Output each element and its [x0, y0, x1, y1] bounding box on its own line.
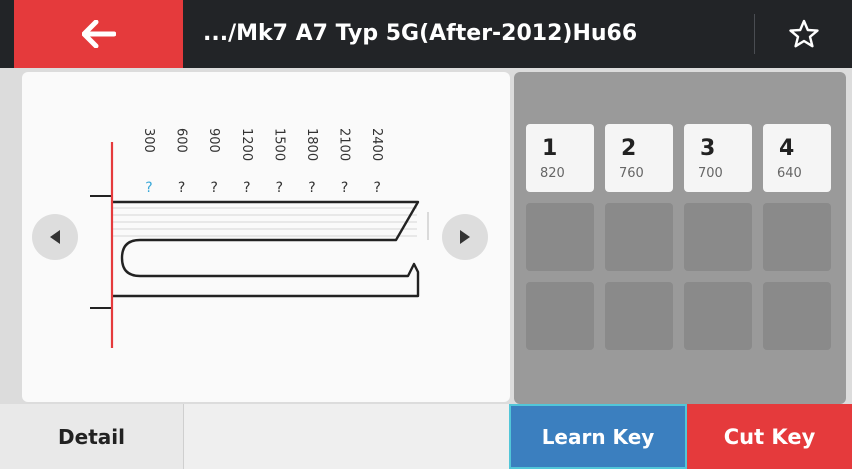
cut-number: 4 — [779, 136, 795, 161]
cut-cell-empty — [684, 203, 752, 271]
key-profile-diagram: 300? 600? 900? 1200? 1500? 1800? 2100? 2400? — [90, 128, 429, 348]
cut-cell-empty — [526, 203, 594, 271]
cut-mark-label: ? — [145, 180, 152, 196]
bottom-action-bar: Detail Learn Key Cut Key — [0, 404, 852, 469]
key-diagram-panel: 300? 600? 900? 1200? 1500? 1800? 2100? 2400? — [22, 72, 510, 402]
app-header: .../Mk7 A7 Typ 5G(After-2012)Hu66 — [0, 0, 852, 68]
cut-cell-empty — [684, 282, 752, 350]
cut-cell-empty — [763, 203, 831, 271]
cut-value: 760 — [619, 166, 644, 181]
depth-label: 1200 — [239, 128, 254, 161]
depth-label: 300 — [141, 128, 156, 153]
bottom-divider — [183, 404, 184, 469]
cut-cell-empty — [605, 282, 673, 350]
depth-label: 900 — [206, 128, 221, 153]
detail-button[interactable]: Detail — [0, 404, 183, 469]
cut-cell-empty — [605, 203, 673, 271]
back-button[interactable] — [14, 0, 183, 68]
next-button[interactable] — [442, 214, 488, 260]
cuts-grid-panel: 1 820 2 760 3 700 4 640 — [514, 72, 846, 404]
depth-label: 1500 — [271, 128, 286, 161]
cut-mark-label: ? — [178, 180, 185, 196]
depth-label: 1800 — [304, 128, 319, 161]
cut-value: 700 — [698, 166, 723, 181]
star-outline-icon — [789, 19, 819, 48]
cut-cell-3[interactable]: 3 700 — [684, 124, 752, 192]
arrow-left-icon — [81, 20, 116, 48]
cut-cell-empty — [763, 282, 831, 350]
cut-cell-2[interactable]: 2 760 — [605, 124, 673, 192]
cut-mark-label: ? — [341, 180, 348, 196]
favorite-button[interactable] — [772, 12, 836, 56]
triangle-left-icon — [50, 230, 60, 244]
cut-mark-label: ? — [276, 180, 283, 196]
cut-number: 3 — [700, 136, 716, 161]
cut-number: 2 — [621, 136, 637, 161]
cut-value: 640 — [777, 166, 802, 181]
cut-cell-4[interactable]: 4 640 — [763, 124, 831, 192]
triangle-right-icon — [460, 230, 470, 244]
cut-cell-empty — [526, 282, 594, 350]
cut-mark-label: ? — [243, 180, 250, 196]
cut-number: 1 — [542, 136, 558, 161]
cut-mark-label: ? — [373, 180, 380, 196]
learn-key-button[interactable]: Learn Key — [509, 404, 687, 469]
cut-value: 820 — [540, 166, 565, 181]
depth-label: 2400 — [369, 128, 384, 161]
cut-mark-label: ? — [308, 180, 315, 196]
previous-button[interactable] — [32, 214, 78, 260]
cut-cell-1[interactable]: 1 820 — [526, 124, 594, 192]
cut-key-button[interactable]: Cut Key — [687, 404, 852, 469]
key-blade-outline — [112, 200, 420, 298]
depth-label: 600 — [174, 128, 189, 153]
page-title: .../Mk7 A7 Typ 5G(After-2012)Hu66 — [203, 21, 638, 46]
header-divider — [754, 14, 755, 54]
cut-mark-label: ? — [210, 180, 217, 196]
depth-label: 2100 — [337, 128, 352, 161]
